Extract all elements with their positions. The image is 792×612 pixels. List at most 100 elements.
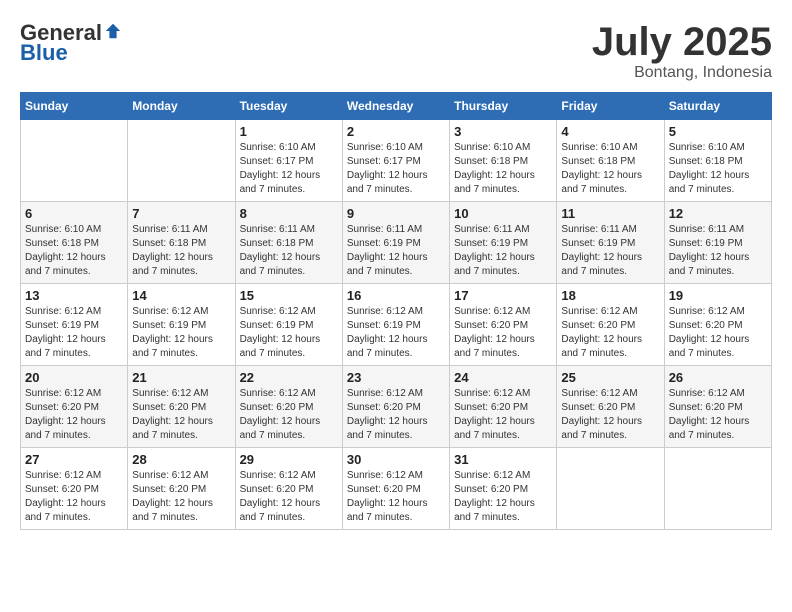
calendar-cell: 24 Sunrise: 6:12 AM Sunset: 6:20 PM Dayli… xyxy=(450,366,557,448)
day-number: 22 xyxy=(240,370,338,385)
calendar-cell xyxy=(128,120,235,202)
calendar-cell xyxy=(557,448,664,530)
calendar-cell: 27 Sunrise: 6:12 AM Sunset: 6:20 PM Dayli… xyxy=(21,448,128,530)
day-number: 2 xyxy=(347,124,445,139)
calendar-cell: 25Sunrise: 6:12 AM Sunset: 6:20 PM Dayli… xyxy=(557,366,664,448)
calendar-cell: 3 Sunrise: 6:10 AM Sunset: 6:18 PM Daylig… xyxy=(450,120,557,202)
day-info: Sunrise: 6:12 AM Sunset: 6:20 PM Dayligh… xyxy=(561,305,659,361)
calendar-cell: 30 Sunrise: 6:12 AM Sunset: 6:20 PM Dayli… xyxy=(342,448,449,530)
calendar-cell: 20 Sunrise: 6:12 AM Sunset: 6:20 PM Dayli… xyxy=(21,366,128,448)
day-info: Sunrise: 6:11 AM Sunset: 6:19 PM Dayligh… xyxy=(669,223,767,279)
calendar-cell: 19Sunrise: 6:12 AM Sunset: 6:20 PM Dayli… xyxy=(664,284,771,366)
calendar-week-row: 1 Sunrise: 6:10 AM Sunset: 6:17 PM Daylig… xyxy=(21,120,772,202)
day-number: 26 xyxy=(669,370,767,385)
calendar-cell: 9 Sunrise: 6:11 AM Sunset: 6:19 PM Daylig… xyxy=(342,202,449,284)
day-number: 4 xyxy=(561,124,659,139)
calendar-table: SundayMondayTuesdayWednesdayThursdayFrid… xyxy=(20,92,772,530)
calendar-week-row: 6 Sunrise: 6:10 AM Sunset: 6:18 PM Daylig… xyxy=(21,202,772,284)
calendar-week-row: 20 Sunrise: 6:12 AM Sunset: 6:20 PM Dayli… xyxy=(21,366,772,448)
calendar-body: 1 Sunrise: 6:10 AM Sunset: 6:17 PM Daylig… xyxy=(21,120,772,530)
calendar-week-row: 13 Sunrise: 6:12 AM Sunset: 6:19 PM Dayli… xyxy=(21,284,772,366)
calendar-cell xyxy=(664,448,771,530)
day-number: 7 xyxy=(132,206,230,221)
day-info: Sunrise: 6:12 AM Sunset: 6:19 PM Dayligh… xyxy=(25,305,123,361)
day-info: Sunrise: 6:12 AM Sunset: 6:20 PM Dayligh… xyxy=(347,387,445,443)
day-number: 13 xyxy=(25,288,123,303)
calendar-week-row: 27 Sunrise: 6:12 AM Sunset: 6:20 PM Dayli… xyxy=(21,448,772,530)
day-info: Sunrise: 6:12 AM Sunset: 6:20 PM Dayligh… xyxy=(132,387,230,443)
calendar-cell: 15 Sunrise: 6:12 AM Sunset: 6:19 PM Dayli… xyxy=(235,284,342,366)
day-info: Sunrise: 6:12 AM Sunset: 6:20 PM Dayligh… xyxy=(25,469,123,525)
day-info: Sunrise: 6:10 AM Sunset: 6:17 PM Dayligh… xyxy=(347,141,445,197)
calendar-cell: 7 Sunrise: 6:11 AM Sunset: 6:18 PM Daylig… xyxy=(128,202,235,284)
day-info: Sunrise: 6:12 AM Sunset: 6:20 PM Dayligh… xyxy=(454,469,552,525)
day-info: Sunrise: 6:12 AM Sunset: 6:20 PM Dayligh… xyxy=(132,469,230,525)
day-number: 29 xyxy=(240,452,338,467)
calendar-cell: 2 Sunrise: 6:10 AM Sunset: 6:17 PM Daylig… xyxy=(342,120,449,202)
weekday-header: Tuesday xyxy=(235,93,342,120)
day-number: 23 xyxy=(347,370,445,385)
day-info: Sunrise: 6:10 AM Sunset: 6:18 PM Dayligh… xyxy=(561,141,659,197)
day-number: 3 xyxy=(454,124,552,139)
calendar-cell: 12 Sunrise: 6:11 AM Sunset: 6:19 PM Dayli… xyxy=(664,202,771,284)
day-info: Sunrise: 6:10 AM Sunset: 6:18 PM Dayligh… xyxy=(454,141,552,197)
weekday-row: SundayMondayTuesdayWednesdayThursdayFrid… xyxy=(21,93,772,120)
calendar-cell: 31 Sunrise: 6:12 AM Sunset: 6:20 PM Dayli… xyxy=(450,448,557,530)
calendar-cell: 17 Sunrise: 6:12 AM Sunset: 6:20 PM Dayli… xyxy=(450,284,557,366)
day-number: 17 xyxy=(454,288,552,303)
day-info: Sunrise: 6:12 AM Sunset: 6:19 PM Dayligh… xyxy=(347,305,445,361)
page-header: General Blue July 2025 Bontang, Indonesi… xyxy=(20,20,772,82)
day-info: Sunrise: 6:12 AM Sunset: 6:20 PM Dayligh… xyxy=(669,387,767,443)
day-info: Sunrise: 6:12 AM Sunset: 6:20 PM Dayligh… xyxy=(454,305,552,361)
logo-blue-text: Blue xyxy=(20,40,68,66)
calendar-cell: 10Sunrise: 6:11 AM Sunset: 6:19 PM Dayli… xyxy=(450,202,557,284)
weekday-header: Monday xyxy=(128,93,235,120)
day-info: Sunrise: 6:10 AM Sunset: 6:18 PM Dayligh… xyxy=(25,223,123,279)
weekday-header: Thursday xyxy=(450,93,557,120)
calendar-cell: 5Sunrise: 6:10 AM Sunset: 6:18 PM Daylig… xyxy=(664,120,771,202)
day-number: 24 xyxy=(454,370,552,385)
calendar-cell: 22 Sunrise: 6:12 AM Sunset: 6:20 PM Dayli… xyxy=(235,366,342,448)
day-info: Sunrise: 6:11 AM Sunset: 6:18 PM Dayligh… xyxy=(240,223,338,279)
day-info: Sunrise: 6:12 AM Sunset: 6:20 PM Dayligh… xyxy=(454,387,552,443)
day-number: 12 xyxy=(669,206,767,221)
calendar-cell: 28 Sunrise: 6:12 AM Sunset: 6:20 PM Dayli… xyxy=(128,448,235,530)
month-title: July 2025 xyxy=(592,20,772,64)
weekday-header: Saturday xyxy=(664,93,771,120)
weekday-header: Wednesday xyxy=(342,93,449,120)
day-number: 27 xyxy=(25,452,123,467)
day-info: Sunrise: 6:11 AM Sunset: 6:19 PM Dayligh… xyxy=(347,223,445,279)
day-number: 16 xyxy=(347,288,445,303)
day-info: Sunrise: 6:12 AM Sunset: 6:19 PM Dayligh… xyxy=(240,305,338,361)
day-number: 20 xyxy=(25,370,123,385)
day-number: 25 xyxy=(561,370,659,385)
day-number: 30 xyxy=(347,452,445,467)
calendar-header: SundayMondayTuesdayWednesdayThursdayFrid… xyxy=(21,93,772,120)
day-info: Sunrise: 6:12 AM Sunset: 6:19 PM Dayligh… xyxy=(132,305,230,361)
day-info: Sunrise: 6:12 AM Sunset: 6:20 PM Dayligh… xyxy=(240,469,338,525)
day-number: 1 xyxy=(240,124,338,139)
day-info: Sunrise: 6:12 AM Sunset: 6:20 PM Dayligh… xyxy=(25,387,123,443)
day-number: 31 xyxy=(454,452,552,467)
day-number: 28 xyxy=(132,452,230,467)
calendar-cell: 23 Sunrise: 6:12 AM Sunset: 6:20 PM Dayli… xyxy=(342,366,449,448)
calendar-cell xyxy=(21,120,128,202)
weekday-header: Friday xyxy=(557,93,664,120)
calendar-cell: 14 Sunrise: 6:12 AM Sunset: 6:19 PM Dayli… xyxy=(128,284,235,366)
weekday-header: Sunday xyxy=(21,93,128,120)
day-number: 15 xyxy=(240,288,338,303)
day-number: 14 xyxy=(132,288,230,303)
calendar-cell: 11Sunrise: 6:11 AM Sunset: 6:19 PM Dayli… xyxy=(557,202,664,284)
calendar-cell: 4 Sunrise: 6:10 AM Sunset: 6:18 PM Daylig… xyxy=(557,120,664,202)
day-info: Sunrise: 6:12 AM Sunset: 6:20 PM Dayligh… xyxy=(669,305,767,361)
calendar-cell: 16 Sunrise: 6:12 AM Sunset: 6:19 PM Dayli… xyxy=(342,284,449,366)
day-number: 6 xyxy=(25,206,123,221)
calendar-cell: 29 Sunrise: 6:12 AM Sunset: 6:20 PM Dayli… xyxy=(235,448,342,530)
day-info: Sunrise: 6:10 AM Sunset: 6:17 PM Dayligh… xyxy=(240,141,338,197)
day-number: 10 xyxy=(454,206,552,221)
day-number: 21 xyxy=(132,370,230,385)
day-number: 9 xyxy=(347,206,445,221)
day-info: Sunrise: 6:12 AM Sunset: 6:20 PM Dayligh… xyxy=(240,387,338,443)
day-info: Sunrise: 6:12 AM Sunset: 6:20 PM Dayligh… xyxy=(347,469,445,525)
day-info: Sunrise: 6:11 AM Sunset: 6:18 PM Dayligh… xyxy=(132,223,230,279)
